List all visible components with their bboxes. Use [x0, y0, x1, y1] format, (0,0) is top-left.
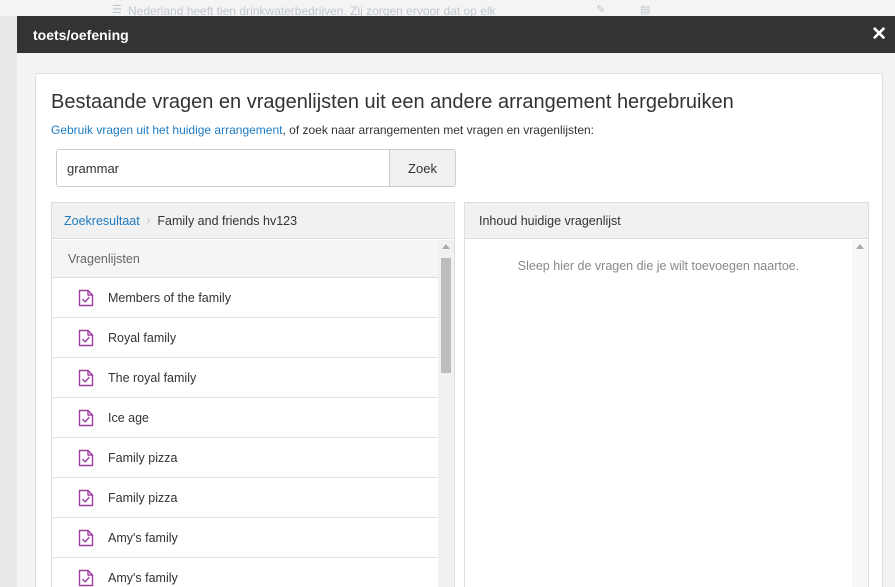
results-scrollbar[interactable]: [438, 240, 454, 587]
list-item-label: Royal family: [108, 330, 177, 345]
list-item-label: Amy's family: [108, 570, 178, 585]
breadcrumb: Zoekresultaat › Family and friends hv123: [52, 203, 454, 239]
current-scrollbar[interactable]: [852, 240, 868, 587]
instruction-text: Gebruik vragen uit het huidige arrangeme…: [51, 123, 594, 137]
search-results-panel: Zoekresultaat › Family and friends hv123…: [51, 202, 455, 587]
modal-body: Bestaande vragen en vragenlijsten uit ee…: [17, 53, 895, 587]
questionnaire-doc-icon: [78, 529, 94, 547]
questionnaire-doc-icon: [78, 369, 94, 387]
list-item[interactable]: Family pizza: [52, 438, 438, 478]
scroll-up-icon[interactable]: [856, 244, 864, 249]
search-input[interactable]: [56, 149, 390, 187]
list-item[interactable]: Amy's family: [52, 518, 438, 558]
modal-title: toets/oefening: [33, 26, 129, 43]
list-item[interactable]: Ice age: [52, 398, 438, 438]
search-button[interactable]: Zoek: [389, 149, 456, 187]
reuse-panel: Bestaande vragen en vragenlijsten uit ee…: [35, 73, 883, 587]
list-item-label: Family pizza: [108, 490, 178, 505]
breadcrumb-current: Family and friends hv123: [157, 213, 298, 228]
section-header-questionnaires: Vragenlijsten: [52, 240, 438, 278]
list-item-label: Family pizza: [108, 450, 178, 465]
breadcrumb-separator-icon: ›: [146, 214, 151, 227]
list-item[interactable]: Amy's family: [52, 558, 438, 587]
close-icon[interactable]: ✕: [871, 25, 887, 44]
background-page: ☰ Nederland heeft tien drinkwaterbedrijv…: [0, 0, 895, 16]
menu-icon: ☰: [112, 4, 122, 16]
list-item-label: Members of the family: [108, 290, 231, 305]
modal-header: toets/oefening ✕: [17, 16, 895, 53]
drop-hint: Sleep hier de vragen die je wilt toevoeg…: [517, 259, 800, 273]
page-title: Bestaande vragen en vragenlijsten uit ee…: [51, 91, 734, 113]
doc-icon: ▤: [640, 4, 651, 16]
list-item-label: Ice age: [108, 410, 150, 425]
questionnaire-doc-icon: [78, 409, 94, 427]
scroll-thumb[interactable]: [441, 258, 451, 373]
list-item[interactable]: The royal family: [52, 358, 438, 398]
edit-icon: ✎: [596, 4, 606, 16]
list-item-label: Amy's family: [108, 530, 178, 545]
list-item[interactable]: Members of the family: [52, 278, 438, 318]
instruction-rest: , of zoek naar arrangementen met vragen …: [282, 123, 594, 137]
list-item[interactable]: Royal family: [52, 318, 438, 358]
questionnaire-doc-icon: [78, 449, 94, 467]
questionnaire-doc-icon: [78, 489, 94, 507]
drop-zone[interactable]: Sleep hier de vragen die je wilt toevoeg…: [465, 240, 868, 587]
list-item-label: The royal family: [108, 370, 197, 385]
questionnaire-doc-icon: [78, 569, 94, 587]
questionnaire-list: Members of the family Royal family The roy…: [52, 278, 454, 587]
questionnaire-doc-icon: [78, 289, 94, 307]
questionnaire-doc-icon: [78, 329, 94, 347]
current-questionnaire-header: Inhoud huidige vragenlijst: [465, 203, 868, 239]
scroll-up-icon[interactable]: [442, 244, 450, 249]
current-questionnaire-panel: Inhoud huidige vragenlijst Sleep hier de…: [464, 202, 869, 587]
use-current-arrangement-link[interactable]: Gebruik vragen uit het huidige arrangeme…: [51, 123, 282, 137]
results-list[interactable]: Vragenlijsten Members of the family Royal…: [52, 240, 454, 587]
list-item[interactable]: Family pizza: [52, 478, 438, 518]
background-text: Nederland heeft tien drinkwaterbedrijven…: [128, 4, 496, 16]
breadcrumb-search-results[interactable]: Zoekresultaat: [64, 214, 140, 228]
modal-dialog: toets/oefening ✕ Bestaande vragen en vra…: [17, 16, 895, 587]
